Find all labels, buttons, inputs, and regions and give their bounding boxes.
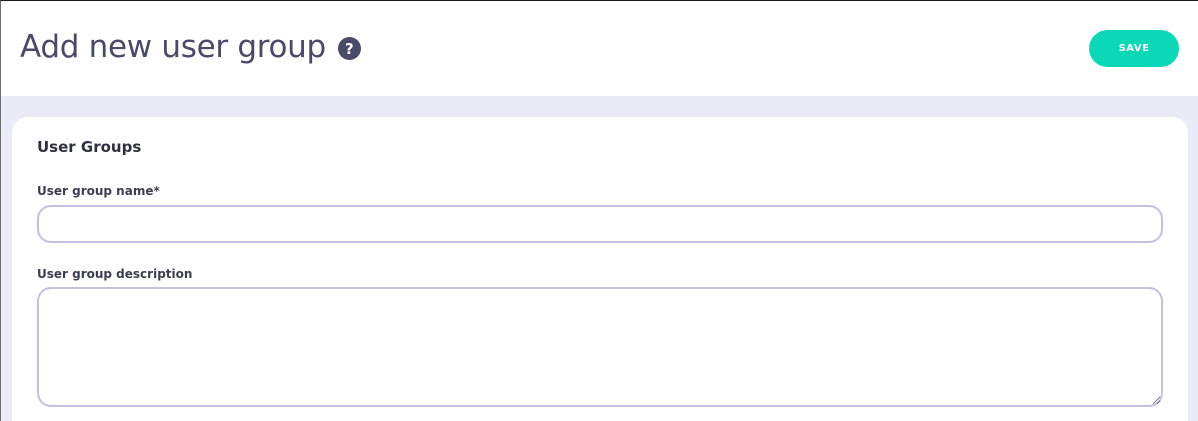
user-group-description-label: User group description	[37, 267, 193, 281]
user-group-description-textarea[interactable]	[37, 287, 1163, 407]
page-title: Add new user group	[20, 29, 326, 65]
page-header: Add new user group ? SAVE	[1, 1, 1198, 96]
title-group: Add new user group ?	[20, 27, 361, 67]
user-groups-card: User Groups User group name* User group …	[12, 117, 1188, 421]
page: Add new user group ? SAVE User Groups Us…	[0, 0, 1198, 421]
question-circle-icon[interactable]: ?	[337, 37, 361, 60]
save-button[interactable]: SAVE	[1089, 30, 1179, 67]
user-group-name-label: User group name*	[37, 184, 160, 198]
user-group-name-input[interactable]	[37, 205, 1163, 243]
section-title: User Groups	[37, 138, 142, 156]
